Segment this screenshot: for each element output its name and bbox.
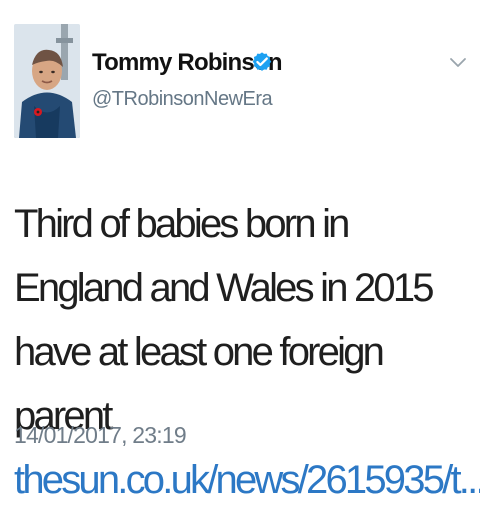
verified-badge-icon: [252, 52, 272, 71]
tweet-timestamp[interactable]: 14/01/2017, 23:19: [14, 421, 187, 449]
user-handle[interactable]: @TRobinsonNewEra: [92, 87, 273, 111]
profile-avatar[interactable]: [14, 24, 80, 138]
tweet-text: Third of babies born in England and Wale…: [14, 192, 480, 512]
tweet-body: Third of babies born in England and Wale…: [14, 202, 435, 438]
tweet-link[interactable]: thesun.co.uk/news/2615935/t...: [14, 458, 480, 502]
chevron-down-icon[interactable]: [448, 55, 468, 71]
tweet-card: Tommy Robinson @TRobinsonNewEra Third of…: [0, 0, 480, 502]
